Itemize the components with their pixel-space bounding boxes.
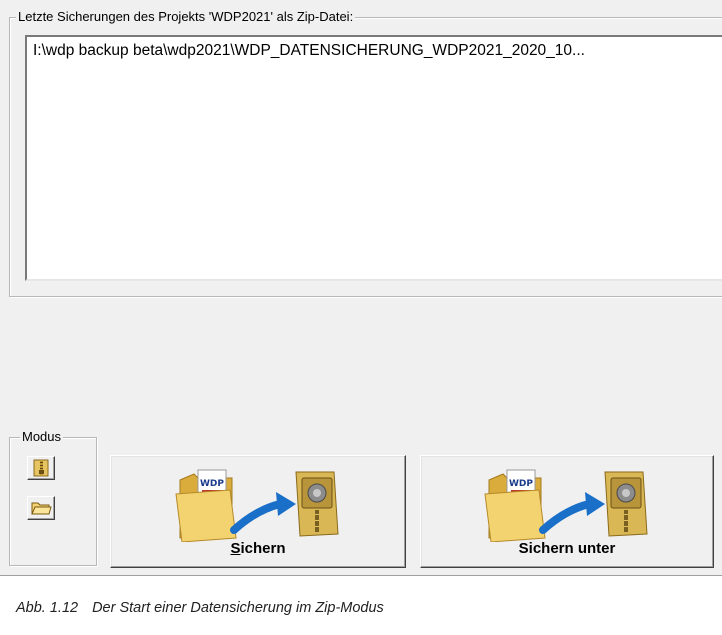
list-item[interactable]: I:\wdp backup beta\wdp2021\WDP_DATENSICH… [33, 41, 585, 61]
backup-dialog: Letzte Sicherungen des Projekts 'WDP2021… [0, 0, 722, 576]
folder-wdp-icon: WDP [484, 469, 546, 542]
modus-groupbox: Modus [9, 429, 97, 566]
sichern-unter-label: Sichern unter [518, 540, 616, 557]
folder-wdp-icon: WDP [175, 469, 237, 542]
sichern-unter-button[interactable]: WDP Sichern unter [420, 455, 714, 568]
recent-backups-groupbox: Letzte Sicherungen des Projekts 'WDP2021… [9, 9, 722, 297]
sichern-button[interactable]: WDP Sichern [110, 455, 406, 568]
arrow-right-icon [230, 492, 296, 534]
sichern-rest: ichern [240, 540, 286, 557]
zip-vault-icon [604, 471, 648, 537]
figure-caption: Abb. 1.12 Der Start einer Datensicherung … [16, 600, 384, 616]
zip-vault-icon [295, 471, 339, 537]
sichern-accel: S [230, 540, 241, 557]
figure-number: Abb. 1.12 [16, 600, 79, 616]
folder-open-icon [31, 502, 52, 515]
backup-illustration: WDP [175, 469, 339, 542]
modus-title: Modus [20, 429, 64, 445]
folder-badge-text: WDP [509, 479, 533, 489]
backup-as-illustration: WDP [484, 469, 648, 542]
folder-badge-text: WDP [200, 479, 224, 489]
recent-backups-list[interactable]: I:\wdp backup beta\wdp2021\WDP_DATENSICH… [25, 35, 722, 281]
sichern-label: Sichern [111, 540, 405, 557]
arrow-right-icon [539, 492, 605, 534]
figure-caption-text: Der Start einer Datensicherung im Zip-Mo… [92, 600, 384, 616]
zip-mode-button[interactable] [27, 456, 55, 480]
folder-mode-button[interactable] [27, 496, 55, 520]
zip-archive-icon [33, 459, 49, 477]
recent-backups-title: Letzte Sicherungen des Projekts 'WDP2021… [16, 9, 356, 25]
